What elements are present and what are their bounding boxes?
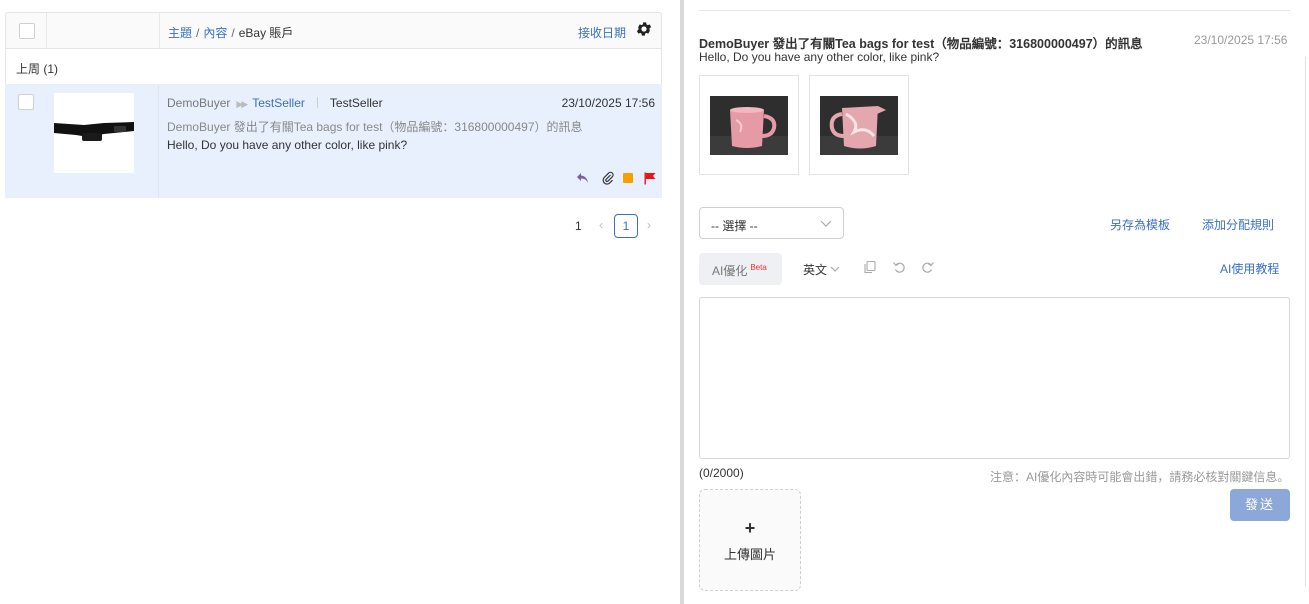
template-select-value: -- 選擇 -- <box>711 219 758 233</box>
sort-by-content-link[interactable]: 內容 <box>203 26 227 40</box>
current-page-button[interactable]: 1 <box>614 214 638 238</box>
save-as-template-link[interactable]: 另存為模板 <box>1110 216 1170 233</box>
select-all-checkbox[interactable] <box>19 23 35 39</box>
character-counter: (0/2000) <box>699 466 744 480</box>
scrollbar[interactable] <box>1305 57 1306 587</box>
meta-divider <box>316 97 318 108</box>
list-header: 主題 / 內容 / eBay 賬戶 接收日期 <box>5 12 662 49</box>
column-sort-breadcrumb: 主題 / 內容 / eBay 賬戶 <box>168 24 293 41</box>
row-meta: DemoBuyer ▶▶ TestSeller TestSeller 23/10/20… <box>167 96 655 112</box>
add-assignment-rule-link[interactable]: 添加分配規則 <box>1202 216 1274 233</box>
item-thumbnail <box>54 93 134 173</box>
chevron-right-icon[interactable]: › <box>647 218 651 232</box>
buyer-name: DemoBuyer <box>167 96 231 110</box>
copy-icon[interactable] <box>863 260 877 274</box>
message-body: Hello, Do you have any other color, like… <box>699 50 940 64</box>
template-select[interactable]: -- 選擇 -- <box>699 207 844 239</box>
page-total: 1 <box>575 219 582 233</box>
red-flag-icon[interactable] <box>643 171 657 185</box>
row-divider <box>158 85 159 198</box>
upload-image-label: 上傳圖片 <box>723 547 776 562</box>
sort-by-received-date-link[interactable]: 接收日期 <box>578 24 626 41</box>
row-preview: Hello, Do you have any other color, like… <box>167 138 408 152</box>
row-checkbox[interactable] <box>18 94 34 110</box>
row-subject: DemoBuyer 發出了有關Tea bags for test（物品編號：31… <box>167 120 583 134</box>
ai-optimize-button[interactable]: AI優化 Beta <box>699 253 782 285</box>
orange-tag-icon[interactable] <box>622 171 634 185</box>
ai-optimize-label: AI優化 <box>712 264 748 278</box>
chevron-down-icon <box>820 220 832 227</box>
send-button[interactable]: 發送 <box>1230 489 1290 521</box>
attachment-image[interactable] <box>809 75 909 175</box>
sort-by-subject-link[interactable]: 主題 <box>168 26 192 40</box>
language-value: 英文 <box>803 263 828 277</box>
undo-icon[interactable] <box>892 260 906 274</box>
seller-link[interactable]: TestSeller <box>252 96 305 110</box>
attachment-icon[interactable] <box>602 171 614 185</box>
message-list-panel: 主題 / 內容 / eBay 賬戶 接收日期 上周 (1) DemoBuyer ▶▶ Tes… <box>5 12 662 238</box>
chevron-left-icon[interactable]: ‹ <box>599 218 603 232</box>
chevron-down-icon <box>830 266 840 272</box>
message-date: 23/10/2025 17:56 <box>1194 33 1288 47</box>
ai-notice: 注意：AI優化內容時可能會出錯，請務必核對關鍵信息。 <box>990 470 1290 484</box>
message-row[interactable]: DemoBuyer ▶▶ TestSeller TestSeller 23/10/20… <box>5 85 662 198</box>
row-date: 23/10/2025 17:56 <box>561 96 655 110</box>
header-divider <box>46 13 47 49</box>
group-label-last-week: 上周 (1) <box>5 49 662 85</box>
crumb-separator: / <box>231 26 235 40</box>
redo-icon[interactable] <box>921 260 935 274</box>
attachment-image[interactable] <box>699 75 799 175</box>
beta-badge: Beta <box>750 263 767 272</box>
arrow-right-icon: ▶▶ <box>236 99 248 109</box>
panel-resize-handle[interactable] <box>680 0 684 604</box>
reply-textarea[interactable] <box>699 297 1290 459</box>
reply-icon[interactable] <box>576 171 590 185</box>
ai-tutorial-link[interactable]: AI使用教程 <box>1220 260 1279 277</box>
ebay-account-label: eBay 賬戶 <box>238 26 294 40</box>
pink-mug-photo <box>710 96 788 155</box>
pagination: 1 ‹ 1 › <box>575 214 663 238</box>
upload-image-button[interactable]: + 上傳圖片 <box>699 489 801 591</box>
crumb-separator: / <box>196 26 200 40</box>
header-divider <box>159 13 160 49</box>
plus-icon: + <box>744 518 756 538</box>
marbled-pitcher-photo <box>820 96 898 155</box>
gear-icon[interactable] <box>635 20 653 38</box>
detail-top-divider <box>699 10 1290 11</box>
language-select[interactable]: 英文 <box>803 261 840 278</box>
seller-account: TestSeller <box>329 96 383 110</box>
